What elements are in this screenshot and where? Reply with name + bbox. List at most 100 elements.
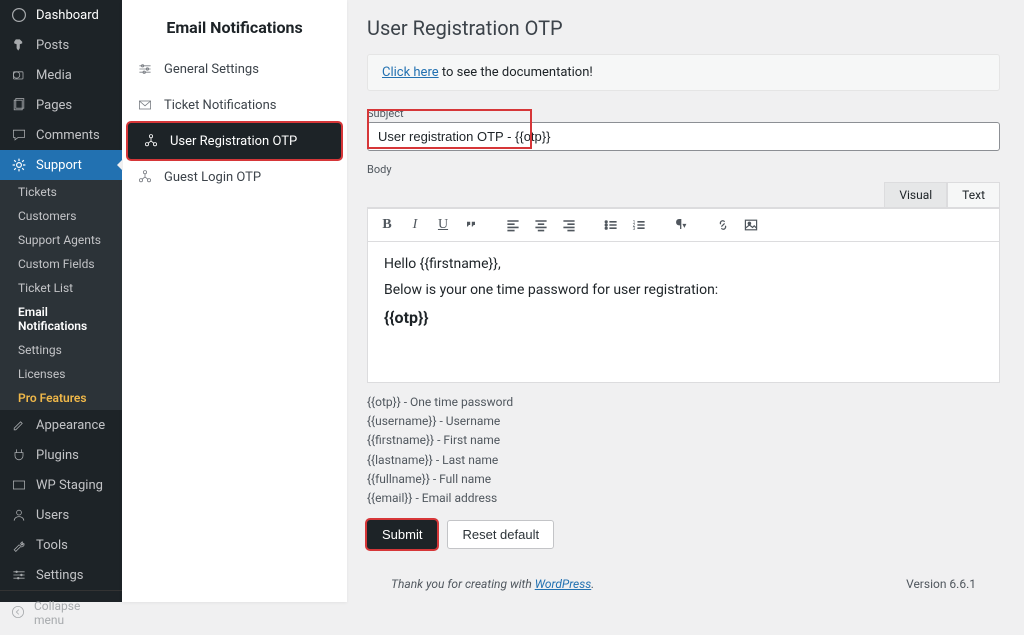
svg-text:3: 3 <box>633 226 636 232</box>
sliders-icon <box>136 60 154 78</box>
brush-icon <box>10 416 28 434</box>
sidebar-item-label: Settings <box>36 568 83 583</box>
panel-item-guest-login-otp[interactable]: Guest Login OTP <box>122 159 347 195</box>
sidebar-item-pages[interactable]: Pages <box>0 90 122 120</box>
version-text: Version 6.6.1 <box>906 577 976 591</box>
panel-title: Email Notifications <box>122 0 347 51</box>
hint-row: {{fullname}} - Full name <box>367 470 1000 489</box>
panel-item-label: Guest Login OTP <box>164 170 261 185</box>
settings-panel: Email Notifications General Settings Tic… <box>122 0 347 602</box>
bold-button[interactable]: B <box>376 214 398 236</box>
body-greeting: Hello {{firstname}}, <box>384 256 983 272</box>
align-left-button[interactable] <box>502 214 524 236</box>
italic-button[interactable]: I <box>404 214 426 236</box>
panel-item-ticket-notifications[interactable]: Ticket Notifications <box>122 87 347 123</box>
sidebar-item-label: Dashboard <box>36 8 99 23</box>
sidebar-item-label: WP Staging <box>36 478 103 493</box>
sidebar-item-dashboard[interactable]: Dashboard <box>0 0 122 30</box>
sidebar-item-label: Plugins <box>36 448 79 463</box>
sidebar-item-posts[interactable]: Posts <box>0 30 122 60</box>
dashboard-icon <box>10 6 28 24</box>
sidebar-submenu-support: Tickets Customers Support Agents Custom … <box>0 180 122 410</box>
hint-row: {{otp}} - One time password <box>367 393 1000 412</box>
media-icon <box>10 66 28 84</box>
subject-label: Subject <box>367 107 1000 120</box>
hint-row: {{email}} - Email address <box>367 489 1000 508</box>
sidebar-item-plugins[interactable]: Plugins <box>0 440 122 470</box>
network-icon <box>142 132 160 150</box>
documentation-text: to see the documentation! <box>439 65 593 80</box>
wp-admin-sidebar: Dashboard Posts Media Pages Comments Sup… <box>0 0 122 602</box>
gear-icon <box>10 156 28 174</box>
sidebar-item-wp-staging[interactable]: WP Staging <box>0 470 122 500</box>
body-instruction: Below is your one time password for user… <box>384 282 983 298</box>
sidebar-item-label: Users <box>36 508 69 523</box>
sidebar-item-support[interactable]: Support <box>0 150 122 180</box>
placeholder-hints: {{otp}} - One time password {{username}}… <box>367 393 1000 508</box>
reset-default-button[interactable]: Reset default <box>447 520 554 549</box>
submit-button[interactable]: Submit <box>367 520 437 549</box>
submenu-tickets[interactable]: Tickets <box>0 180 122 204</box>
image-button[interactable] <box>740 214 762 236</box>
editor-toolbar: B I U 123 ¶▾ <box>368 208 999 242</box>
blockquote-button[interactable] <box>460 214 482 236</box>
page-title: User Registration OTP <box>367 16 1000 40</box>
mail-icon <box>136 96 154 114</box>
submenu-ticket-list[interactable]: Ticket List <box>0 276 122 300</box>
tab-visual[interactable]: Visual <box>884 182 947 207</box>
panel-item-general-settings[interactable]: General Settings <box>122 51 347 87</box>
comment-icon <box>10 126 28 144</box>
sidebar-item-media[interactable]: Media <box>0 60 122 90</box>
editor: B I U 123 ¶▾ Hello {{firstname}}, Below <box>367 207 1000 383</box>
sidebar-item-tools[interactable]: Tools <box>0 530 122 560</box>
sliders-icon <box>10 566 28 584</box>
bullet-list-button[interactable] <box>600 214 622 236</box>
plug-icon <box>10 446 28 464</box>
sidebar-item-label: Comments <box>36 128 100 143</box>
align-right-button[interactable] <box>558 214 580 236</box>
underline-button[interactable]: U <box>432 214 454 236</box>
collapse-label: Collapse menu <box>34 599 112 627</box>
hint-row: {{username}} - Username <box>367 412 1000 431</box>
submenu-licenses[interactable]: Licenses <box>0 362 122 386</box>
user-icon <box>10 506 28 524</box>
sidebar-item-label: Appearance <box>36 418 105 433</box>
footer: Thank you for creating with WordPress. V… <box>367 567 1000 601</box>
pin-icon <box>10 36 28 54</box>
submenu-pro-features[interactable]: Pro Features <box>0 386 122 410</box>
editor-tabs: Visual Text <box>367 182 1000 207</box>
sidebar-item-users[interactable]: Users <box>0 500 122 530</box>
sidebar-item-comments[interactable]: Comments <box>0 120 122 150</box>
panel-item-label: General Settings <box>164 62 259 77</box>
hint-row: {{firstname}} - First name <box>367 431 1000 450</box>
submenu-custom-fields[interactable]: Custom Fields <box>0 252 122 276</box>
panel-item-user-registration-otp[interactable]: User Registration OTP <box>128 123 341 159</box>
sidebar-item-appearance[interactable]: Appearance <box>0 410 122 440</box>
panel-item-label: Ticket Notifications <box>164 98 276 113</box>
submenu-support-agents[interactable]: Support Agents <box>0 228 122 252</box>
tab-text[interactable]: Text <box>947 182 1000 207</box>
submenu-email-notifications[interactable]: Email Notifications <box>0 300 122 338</box>
submenu-settings[interactable]: Settings <box>0 338 122 362</box>
hint-row: {{lastname}} - Last name <box>367 451 1000 470</box>
wrench-icon <box>10 536 28 554</box>
documentation-link[interactable]: Click here <box>382 65 439 80</box>
collapse-menu[interactable]: Collapse menu <box>0 590 122 635</box>
page-icon <box>10 96 28 114</box>
subject-input[interactable] <box>367 122 1000 151</box>
align-center-button[interactable] <box>530 214 552 236</box>
link-button[interactable] <box>712 214 734 236</box>
numbered-list-button[interactable]: 123 <box>628 214 650 236</box>
network-icon <box>136 168 154 186</box>
sidebar-item-label: Pages <box>36 98 72 113</box>
paragraph-button[interactable]: ¶▾ <box>670 214 692 236</box>
body-label: Body <box>367 163 1000 176</box>
footer-text: Thank you for creating with <box>391 577 535 591</box>
editor-body[interactable]: Hello {{firstname}}, Below is your one t… <box>368 242 999 382</box>
staging-icon <box>10 476 28 494</box>
submenu-customers[interactable]: Customers <box>0 204 122 228</box>
sidebar-item-settings[interactable]: Settings <box>0 560 122 590</box>
sidebar-item-label: Support <box>36 158 82 173</box>
body-otp-placeholder: {{otp}} <box>384 308 983 327</box>
wordpress-link[interactable]: WordPress <box>535 577 592 591</box>
